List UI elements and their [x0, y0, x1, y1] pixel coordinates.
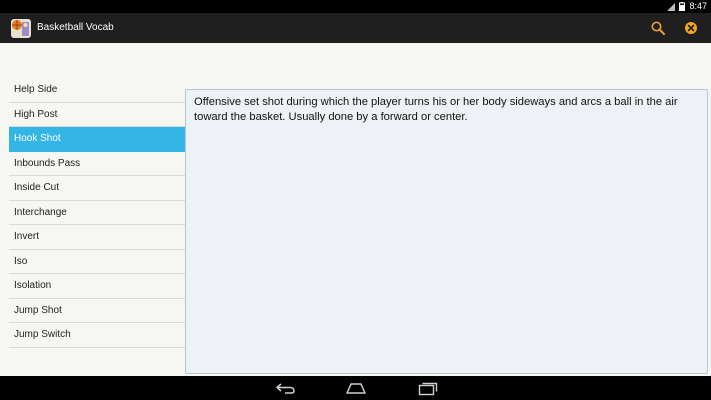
app-title: Basketball Vocab — [37, 22, 114, 33]
status-icons: 8:47 — [667, 0, 707, 13]
action-bar: Basketball Vocab — [0, 13, 711, 43]
definition-text: Offensive set shot during which the play… — [194, 96, 678, 123]
basketball-app-icon[interactable] — [9, 16, 33, 40]
list-item[interactable]: Iso — [9, 250, 185, 274]
list-item[interactable]: Interchange — [9, 201, 185, 225]
close-icon[interactable] — [683, 20, 699, 36]
list-item[interactable]: Help Side — [9, 78, 185, 103]
list-item[interactable]: Jump Shot — [9, 299, 185, 323]
battery-icon — [679, 2, 686, 11]
search-icon[interactable] — [650, 20, 666, 36]
navigation-bar — [0, 376, 711, 400]
term-list[interactable]: Help Side High Post Hook Shot Inbounds P… — [9, 78, 185, 374]
definition-panel: Offensive set shot during which the play… — [185, 89, 708, 374]
list-item[interactable]: Isolation — [9, 274, 185, 299]
list-item[interactable]: High Post — [9, 103, 185, 127]
status-bar: 8:47 — [0, 0, 711, 13]
recents-icon[interactable] — [417, 380, 439, 396]
list-item[interactable]: Inbounds Pass — [9, 152, 185, 176]
back-icon[interactable] — [275, 380, 297, 396]
list-item[interactable]: Invert — [9, 225, 185, 250]
status-time: 8:47 — [689, 1, 707, 11]
home-icon[interactable] — [345, 380, 367, 396]
list-item[interactable]: Jump Switch — [9, 323, 185, 348]
main-content: Help Side High Post Hook Shot Inbounds P… — [0, 43, 711, 376]
list-item-selected[interactable]: Hook Shot — [9, 127, 185, 152]
signal-icon — [667, 2, 676, 11]
list-item[interactable]: Inside Cut — [9, 176, 185, 201]
